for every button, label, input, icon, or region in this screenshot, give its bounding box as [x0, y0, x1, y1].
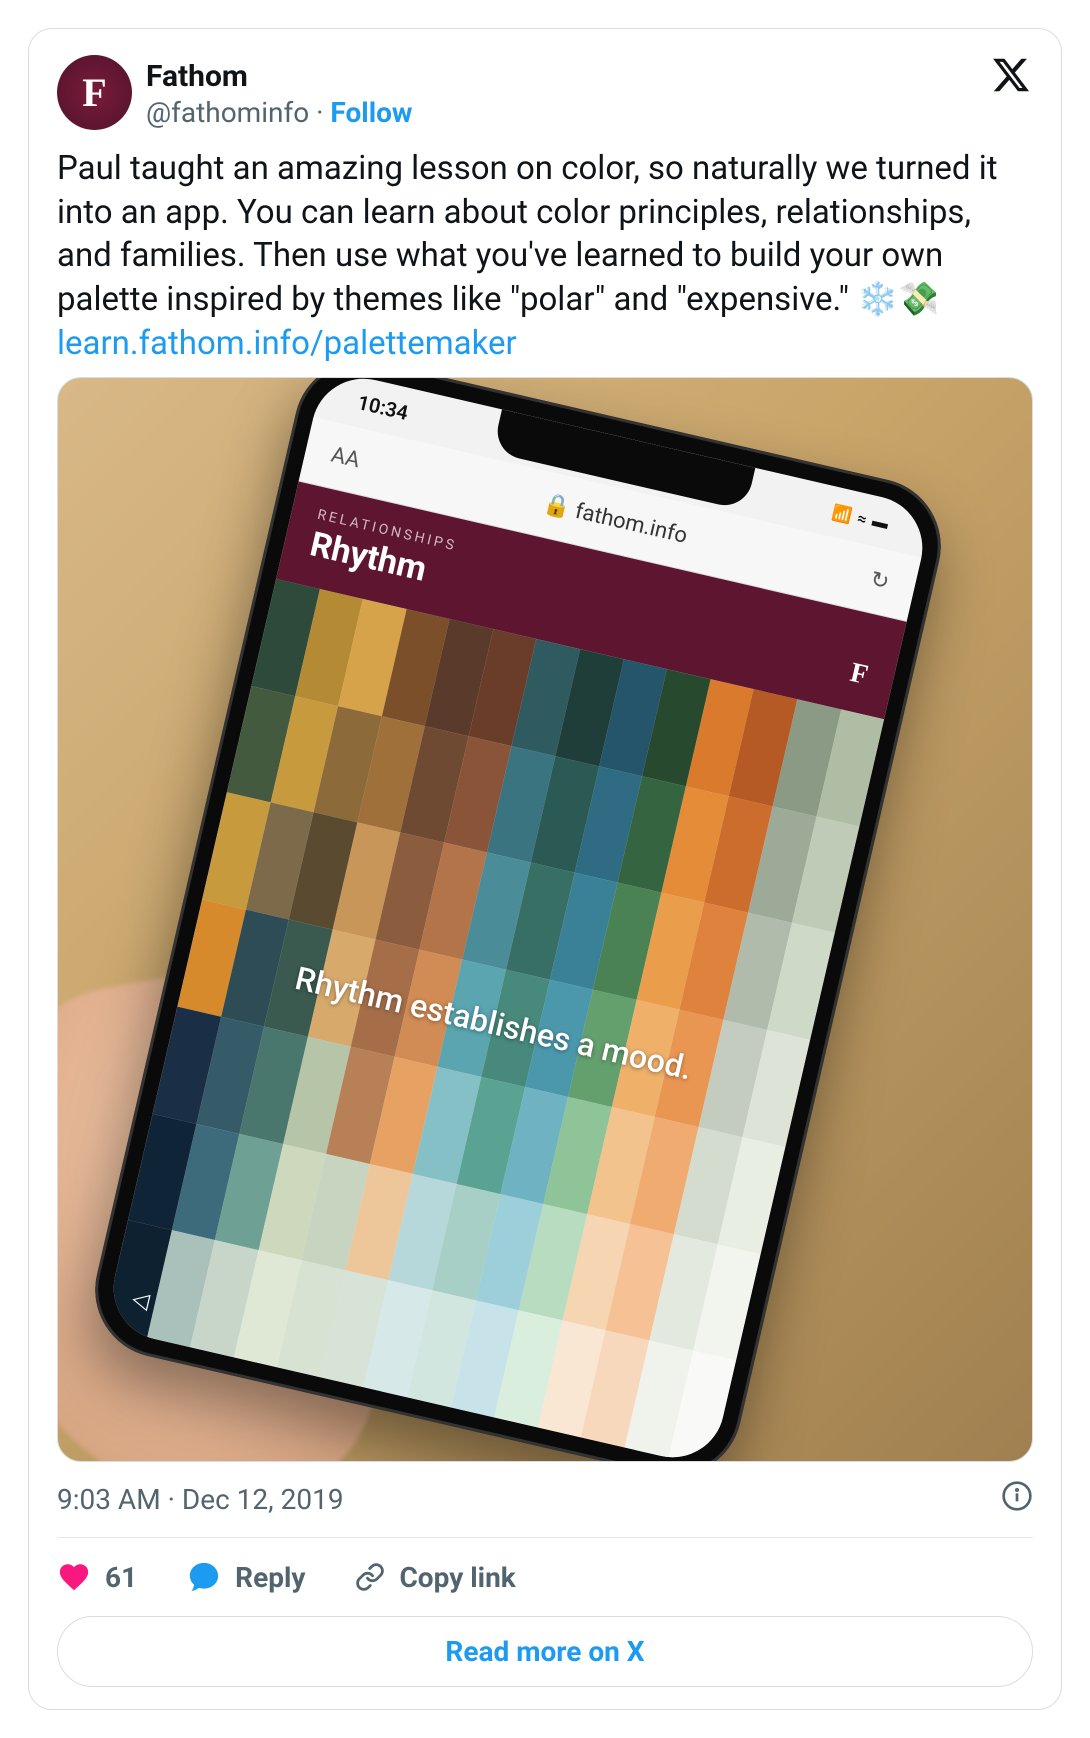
info-icon[interactable] — [1001, 1480, 1033, 1519]
reply-label: Reply — [235, 1561, 305, 1594]
author-names: Fathom @fathominfo · Follow — [146, 55, 412, 131]
tweet-media[interactable]: 10:34 📶 ≈ ▬ AA 🔒 fathom.info ↻ RELATIONS… — [57, 377, 1033, 1462]
like-count: 61 — [105, 1561, 137, 1594]
avatar-letter: F — [82, 69, 106, 116]
author-display-name[interactable]: Fathom — [146, 59, 412, 95]
color-palette: Rhythm establishes a mood.◁ — [103, 579, 884, 1462]
tweet-link[interactable]: learn.fathom.info/palettemaker — [57, 324, 517, 363]
link-icon — [355, 1562, 385, 1592]
read-more-button[interactable]: Read more on X — [57, 1616, 1033, 1687]
tweet-body: Paul taught an amazing lesson on color, … — [57, 147, 1033, 365]
battery-icon: ▬ — [870, 511, 890, 534]
x-logo-icon[interactable] — [991, 55, 1031, 99]
heart-icon — [57, 1560, 91, 1594]
tweet-header: F Fathom @fathominfo · Follow — [57, 55, 1033, 131]
app-logo: F — [847, 657, 871, 692]
wifi-icon: ≈ — [856, 508, 869, 529]
tweet-actions: 61 Reply Copy link — [57, 1538, 1033, 1616]
reply-icon — [187, 1560, 221, 1594]
browser-url: 🔒 fathom.info — [541, 492, 690, 549]
author-handle-row: @fathominfo · Follow — [146, 95, 412, 131]
status-time: 10:34 — [355, 390, 410, 425]
phone-screen: 10:34 📶 ≈ ▬ AA 🔒 fathom.info ↻ RELATIONS… — [103, 377, 932, 1462]
tweet-card: F Fathom @fathominfo · Follow Paul taugh… — [28, 28, 1062, 1710]
tweet-timestamp[interactable]: 9:03 AM · Dec 12, 2019 — [57, 1483, 344, 1516]
tweet-meta: 9:03 AM · Dec 12, 2019 — [57, 1480, 1033, 1538]
status-indicators: 📶 ≈ ▬ — [830, 502, 890, 534]
browser-text-size: AA — [329, 443, 363, 474]
palette-overlay-text: Rhythm establishes a mood. — [103, 579, 884, 1462]
follow-link[interactable]: Follow — [330, 96, 412, 129]
author-handle[interactable]: @fathominfo — [146, 96, 309, 129]
like-button[interactable]: 61 — [57, 1560, 137, 1594]
signal-icon: 📶 — [830, 502, 854, 525]
reply-button[interactable]: Reply — [187, 1560, 305, 1594]
refresh-icon: ↻ — [868, 567, 892, 596]
copy-link-button[interactable]: Copy link — [355, 1561, 515, 1594]
separator: · — [309, 96, 330, 129]
phone-mockup: 10:34 📶 ≈ ▬ AA 🔒 fathom.info ↻ RELATIONS… — [82, 377, 955, 1462]
avatar[interactable]: F — [57, 55, 132, 130]
copy-link-label: Copy link — [399, 1561, 515, 1594]
tweet-text: Paul taught an amazing lesson on color, … — [57, 149, 998, 319]
